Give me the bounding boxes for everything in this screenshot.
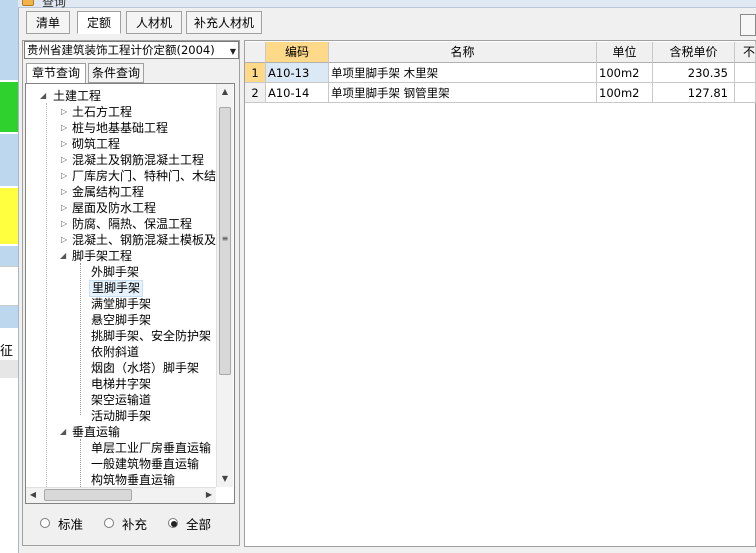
strip-yellow-band	[0, 188, 18, 244]
cell-unit[interactable]: 100m2	[597, 83, 653, 103]
tree-node-chapter[interactable]: 防腐、隔热、保温工程	[72, 216, 192, 232]
tree-node-item[interactable]: 电梯井字架	[91, 376, 151, 392]
tab-quota[interactable]: 定额	[77, 11, 121, 34]
tree-node-chapter[interactable]: 金属结构工程	[72, 184, 144, 200]
radio-supplement[interactable]	[104, 518, 114, 528]
background-window-label: 征	[0, 344, 14, 359]
top-right-button[interactable]	[740, 14, 756, 36]
tree-node-item[interactable]: 挑脚手架、安全防护架	[91, 328, 211, 344]
tree-node-item[interactable]: 单层工业厂房垂直运输	[91, 440, 211, 456]
strip-blue-band-3	[0, 246, 18, 266]
tree-node-chapter[interactable]: 混凝土、钢筋混凝土模板及	[72, 232, 216, 248]
tree-node-vertical[interactable]: 垂直运输	[72, 424, 120, 440]
tree-node-item-selected[interactable]: 里脚手架	[89, 280, 144, 297]
tree-node-chapter[interactable]: 厂库房大门、特种门、木结	[72, 168, 216, 184]
tree-node-chapter[interactable]: 屋面及防水工程	[72, 200, 156, 216]
quota-library-select[interactable]: 贵州省建筑装饰工程计价定额(2004) ▼	[24, 41, 239, 59]
collapsed-icon: ▷	[61, 235, 68, 244]
expanded-icon: ◢	[40, 91, 47, 100]
column-header-code[interactable]: 编码	[266, 42, 329, 63]
quota-library-value: 贵州省建筑装饰工程计价定额(2004)	[27, 43, 215, 57]
scroll-down-icon[interactable]: ▼	[219, 474, 231, 483]
cell-price[interactable]: 127.81	[653, 83, 735, 103]
tab-chapter-search[interactable]: 章节查询	[26, 63, 86, 84]
tree-node-item[interactable]: 构筑物垂直运输	[91, 472, 175, 487]
collapsed-icon: ▷	[61, 219, 68, 228]
tab-condition-search[interactable]: 条件查询	[88, 63, 144, 83]
tree-node-item[interactable]: 烟囱（水塔）脚手架	[91, 360, 199, 376]
collapsed-icon: ▷	[61, 139, 68, 148]
tree-node-chapter[interactable]: 混凝土及钢筋混凝土工程	[72, 152, 204, 168]
chevron-down-icon: ▼	[229, 47, 236, 56]
radio-standard[interactable]	[40, 518, 50, 528]
cell-name[interactable]: 单项里脚手架 钢管里架	[329, 83, 597, 103]
scroll-grip-icon: ≡	[221, 234, 229, 243]
tree-node-chapter[interactable]: 砌筑工程	[72, 136, 120, 152]
scroll-left-icon[interactable]: ◀	[28, 490, 38, 499]
strip-blue-band-4	[0, 306, 18, 328]
tab-supplement-materials[interactable]: 补充人材机	[186, 11, 262, 34]
tree-connector-line	[80, 263, 81, 415]
column-header-name[interactable]: 名称	[329, 42, 597, 63]
title-bar	[18, 0, 756, 8]
strip-gray-band	[0, 360, 18, 378]
column-header-extra[interactable]: 不	[735, 42, 756, 63]
tree-node-item[interactable]: 外脚手架	[91, 264, 139, 280]
tree-node-chapter[interactable]: 桩与地基基础工程	[72, 120, 168, 136]
collapsed-icon: ▷	[61, 107, 68, 116]
quota-grid	[244, 40, 756, 547]
tree-node-item[interactable]: 一般建筑物垂直运输	[91, 456, 199, 472]
cell-price[interactable]: 230.35	[653, 63, 735, 83]
tree-node-item[interactable]: 悬空脚手架	[91, 312, 151, 328]
row-number[interactable]: 1	[245, 63, 266, 83]
collapsed-icon: ▷	[61, 155, 68, 164]
radio-standard-label[interactable]: 标准	[58, 514, 83, 533]
strip-blue-band	[0, 0, 18, 80]
radio-all[interactable]	[168, 518, 178, 528]
collapsed-icon: ▷	[61, 171, 68, 180]
scroll-right-icon[interactable]: ▶	[204, 490, 214, 499]
radio-selected-dot	[171, 521, 177, 527]
radio-supplement-label[interactable]: 补充	[122, 514, 147, 533]
row-number[interactable]: 2	[245, 83, 266, 103]
collapsed-icon: ▷	[61, 203, 68, 212]
app-icon	[22, 0, 34, 6]
tree-connector-line	[80, 439, 81, 487]
expanded-icon: ◢	[60, 427, 67, 436]
cell-unit[interactable]: 100m2	[597, 63, 653, 83]
tab-bill[interactable]: 清单	[26, 11, 70, 34]
tree-node-root[interactable]: 土建工程	[53, 88, 101, 104]
strip-green-band	[0, 82, 18, 132]
strip-white-band	[0, 266, 18, 306]
tree-node-chapter[interactable]: 土石方工程	[72, 104, 132, 120]
strip-blue-band-2	[0, 134, 18, 186]
tree-node-item[interactable]: 满堂脚手架	[91, 296, 151, 312]
expanded-icon: ◢	[60, 251, 67, 260]
tree-horizontal-scroll-thumb[interactable]	[44, 489, 132, 501]
cell-name[interactable]: 单项里脚手架 木里架	[329, 63, 597, 83]
collapsed-icon: ▷	[61, 187, 68, 196]
grid-corner	[245, 42, 266, 63]
cell-extra[interactable]	[735, 63, 756, 83]
radio-all-label[interactable]: 全部	[186, 514, 211, 533]
cell-code[interactable]: A10-13	[266, 63, 329, 83]
collapsed-icon: ▷	[61, 123, 68, 132]
scroll-up-icon[interactable]: ▲	[219, 87, 231, 96]
tree-node-item[interactable]: 架空运输道	[91, 392, 151, 408]
cell-extra[interactable]	[735, 83, 756, 103]
tab-materials[interactable]: 人材机	[126, 11, 182, 34]
tree-node-item[interactable]: 活动脚手架	[91, 408, 151, 424]
tree-connector-line	[46, 103, 47, 487]
cell-code[interactable]: A10-14	[266, 83, 329, 103]
tree-node-item[interactable]: 依附斜道	[91, 344, 139, 360]
column-header-unit[interactable]: 单位	[597, 42, 653, 63]
column-header-price[interactable]: 含税单价	[653, 42, 735, 63]
tree-node-scaffold[interactable]: 脚手架工程	[72, 248, 132, 264]
